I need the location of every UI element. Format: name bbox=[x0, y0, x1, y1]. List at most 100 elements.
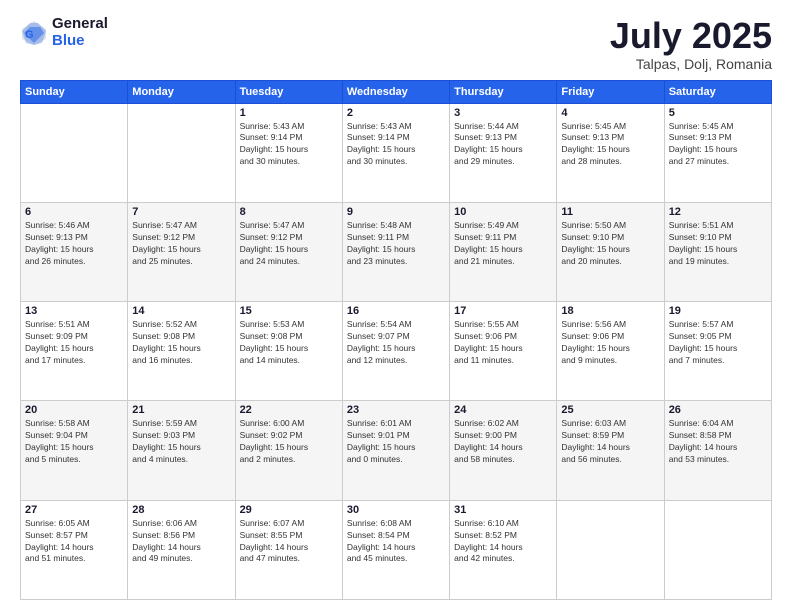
day-number: 19 bbox=[669, 305, 767, 317]
calendar-cell: 14 Sunrise: 5:52 AMSunset: 9:08 PMDayligh… bbox=[128, 302, 235, 401]
day-info: Sunrise: 5:47 AMSunset: 9:12 PMDaylight:… bbox=[132, 220, 230, 268]
day-info: Sunrise: 5:48 AMSunset: 9:11 PMDaylight:… bbox=[347, 220, 445, 268]
day-number: 13 bbox=[25, 305, 123, 317]
calendar-cell: 19 Sunrise: 5:57 AMSunset: 9:05 PMDayligh… bbox=[664, 302, 771, 401]
calendar-cell: 15 Sunrise: 5:53 AMSunset: 9:08 PMDayligh… bbox=[235, 302, 342, 401]
day-info: Sunrise: 5:44 AMSunset: 9:13 PMDaylight:… bbox=[454, 121, 552, 169]
location: Talpas, Dolj, Romania bbox=[610, 56, 772, 72]
calendar-cell: 12Sunrise: 5:51 AMSunset: 9:10 PMDayligh… bbox=[664, 202, 771, 301]
weekday-header: Friday bbox=[557, 80, 664, 103]
calendar-cell: 31 Sunrise: 6:10 AMSunset: 8:52 PMDayligh… bbox=[450, 500, 557, 599]
day-number: 4 bbox=[561, 107, 659, 119]
calendar-cell: 6 Sunrise: 5:46 AMSunset: 9:13 PMDaylight… bbox=[21, 202, 128, 301]
calendar-cell: 28Sunrise: 6:06 AMSunset: 8:56 PMDayligh… bbox=[128, 500, 235, 599]
calendar-cell: 29 Sunrise: 6:07 AMSunset: 8:55 PMDayligh… bbox=[235, 500, 342, 599]
logo-general: General bbox=[52, 16, 108, 33]
calendar-cell: 16 Sunrise: 5:54 AMSunset: 9:07 PMDayligh… bbox=[342, 302, 449, 401]
day-info: Sunrise: 6:05 AMSunset: 8:57 PMDaylight:… bbox=[25, 518, 123, 566]
header: G General Blue July 2025 Talpas, Dolj, R… bbox=[20, 16, 772, 72]
day-info: Sunrise: 5:43 AMSunset: 9:14 PMDaylight:… bbox=[240, 121, 338, 169]
day-info: Sunrise: 5:53 AMSunset: 9:08 PMDaylight:… bbox=[240, 319, 338, 367]
day-info: Sunrise: 5:55 AMSunset: 9:06 PMDaylight:… bbox=[454, 319, 552, 367]
weekday-header: Tuesday bbox=[235, 80, 342, 103]
day-info: Sunrise: 5:51 AMSunset: 9:09 PMDaylight:… bbox=[25, 319, 123, 367]
day-info: Sunrise: 5:50 AMSunset: 9:10 PMDaylight:… bbox=[561, 220, 659, 268]
day-number: 27 bbox=[25, 504, 123, 516]
day-info: Sunrise: 5:57 AMSunset: 9:05 PMDaylight:… bbox=[669, 319, 767, 367]
logo-blue: Blue bbox=[52, 33, 108, 50]
logo-icon: G bbox=[20, 19, 48, 47]
day-number: 9 bbox=[347, 206, 445, 218]
calendar-cell: 30Sunrise: 6:08 AMSunset: 8:54 PMDayligh… bbox=[342, 500, 449, 599]
day-number: 8 bbox=[240, 206, 338, 218]
calendar-cell: 25 Sunrise: 6:03 AMSunset: 8:59 PMDayligh… bbox=[557, 401, 664, 500]
day-number: 21 bbox=[132, 404, 230, 416]
calendar-cell bbox=[557, 500, 664, 599]
day-info: Sunrise: 5:46 AMSunset: 9:13 PMDaylight:… bbox=[25, 220, 123, 268]
day-number: 14 bbox=[132, 305, 230, 317]
calendar-cell: 13 Sunrise: 5:51 AMSunset: 9:09 PMDayligh… bbox=[21, 302, 128, 401]
weekday-header: Sunday bbox=[21, 80, 128, 103]
day-number: 18 bbox=[561, 305, 659, 317]
day-info: Sunrise: 6:07 AMSunset: 8:55 PMDaylight:… bbox=[240, 518, 338, 566]
day-number: 30 bbox=[347, 504, 445, 516]
weekday-header: Saturday bbox=[664, 80, 771, 103]
calendar-cell bbox=[128, 103, 235, 202]
calendar-cell: 10Sunrise: 5:49 AMSunset: 9:11 PMDayligh… bbox=[450, 202, 557, 301]
calendar-cell: 4Sunrise: 5:45 AMSunset: 9:13 PMDaylight… bbox=[557, 103, 664, 202]
day-info: Sunrise: 5:54 AMSunset: 9:07 PMDaylight:… bbox=[347, 319, 445, 367]
day-number: 17 bbox=[454, 305, 552, 317]
day-info: Sunrise: 5:47 AMSunset: 9:12 PMDaylight:… bbox=[240, 220, 338, 268]
day-number: 1 bbox=[240, 107, 338, 119]
calendar-cell: 24 Sunrise: 6:02 AMSunset: 9:00 PMDayligh… bbox=[450, 401, 557, 500]
day-info: Sunrise: 5:49 AMSunset: 9:11 PMDaylight:… bbox=[454, 220, 552, 268]
day-number: 24 bbox=[454, 404, 552, 416]
day-info: Sunrise: 5:43 AMSunset: 9:14 PMDaylight:… bbox=[347, 121, 445, 169]
day-number: 25 bbox=[561, 404, 659, 416]
calendar-cell: 20Sunrise: 5:58 AMSunset: 9:04 PMDayligh… bbox=[21, 401, 128, 500]
day-number: 15 bbox=[240, 305, 338, 317]
day-info: Sunrise: 5:52 AMSunset: 9:08 PMDaylight:… bbox=[132, 319, 230, 367]
day-number: 28 bbox=[132, 504, 230, 516]
svg-text:G: G bbox=[25, 29, 34, 41]
day-info: Sunrise: 6:04 AMSunset: 8:58 PMDaylight:… bbox=[669, 418, 767, 466]
day-number: 16 bbox=[347, 305, 445, 317]
day-number: 26 bbox=[669, 404, 767, 416]
day-number: 3 bbox=[454, 107, 552, 119]
calendar-cell bbox=[664, 500, 771, 599]
calendar-cell bbox=[21, 103, 128, 202]
day-info: Sunrise: 6:00 AMSunset: 9:02 PMDaylight:… bbox=[240, 418, 338, 466]
weekday-header: Monday bbox=[128, 80, 235, 103]
calendar-cell: 5Sunrise: 5:45 AMSunset: 9:13 PMDaylight… bbox=[664, 103, 771, 202]
day-number: 20 bbox=[25, 404, 123, 416]
day-number: 5 bbox=[669, 107, 767, 119]
day-number: 12 bbox=[669, 206, 767, 218]
day-number: 29 bbox=[240, 504, 338, 516]
calendar-table: SundayMondayTuesdayWednesdayThursdayFrid… bbox=[20, 80, 772, 600]
calendar-cell: 7 Sunrise: 5:47 AMSunset: 9:12 PMDaylight… bbox=[128, 202, 235, 301]
weekday-header: Thursday bbox=[450, 80, 557, 103]
calendar-cell: 17 Sunrise: 5:55 AMSunset: 9:06 PMDayligh… bbox=[450, 302, 557, 401]
day-info: Sunrise: 6:01 AMSunset: 9:01 PMDaylight:… bbox=[347, 418, 445, 466]
logo: G General Blue bbox=[20, 16, 108, 49]
day-info: Sunrise: 6:03 AMSunset: 8:59 PMDaylight:… bbox=[561, 418, 659, 466]
day-info: Sunrise: 6:02 AMSunset: 9:00 PMDaylight:… bbox=[454, 418, 552, 466]
day-number: 7 bbox=[132, 206, 230, 218]
month-title: July 2025 bbox=[610, 16, 772, 56]
day-info: Sunrise: 6:10 AMSunset: 8:52 PMDaylight:… bbox=[454, 518, 552, 566]
calendar-cell: 9 Sunrise: 5:48 AMSunset: 9:11 PMDaylight… bbox=[342, 202, 449, 301]
page: G General Blue July 2025 Talpas, Dolj, R… bbox=[0, 0, 792, 612]
day-info: Sunrise: 5:56 AMSunset: 9:06 PMDaylight:… bbox=[561, 319, 659, 367]
day-number: 22 bbox=[240, 404, 338, 416]
day-number: 11 bbox=[561, 206, 659, 218]
day-number: 23 bbox=[347, 404, 445, 416]
calendar-cell: 22 Sunrise: 6:00 AMSunset: 9:02 PMDayligh… bbox=[235, 401, 342, 500]
day-number: 31 bbox=[454, 504, 552, 516]
calendar-cell: 21 Sunrise: 5:59 AMSunset: 9:03 PMDayligh… bbox=[128, 401, 235, 500]
day-number: 6 bbox=[25, 206, 123, 218]
day-info: Sunrise: 5:59 AMSunset: 9:03 PMDaylight:… bbox=[132, 418, 230, 466]
calendar-cell: 18 Sunrise: 5:56 AMSunset: 9:06 PMDayligh… bbox=[557, 302, 664, 401]
calendar-cell: 1 Sunrise: 5:43 AMSunset: 9:14 PMDaylight… bbox=[235, 103, 342, 202]
day-number: 2 bbox=[347, 107, 445, 119]
calendar-cell: 27 Sunrise: 6:05 AMSunset: 8:57 PMDayligh… bbox=[21, 500, 128, 599]
